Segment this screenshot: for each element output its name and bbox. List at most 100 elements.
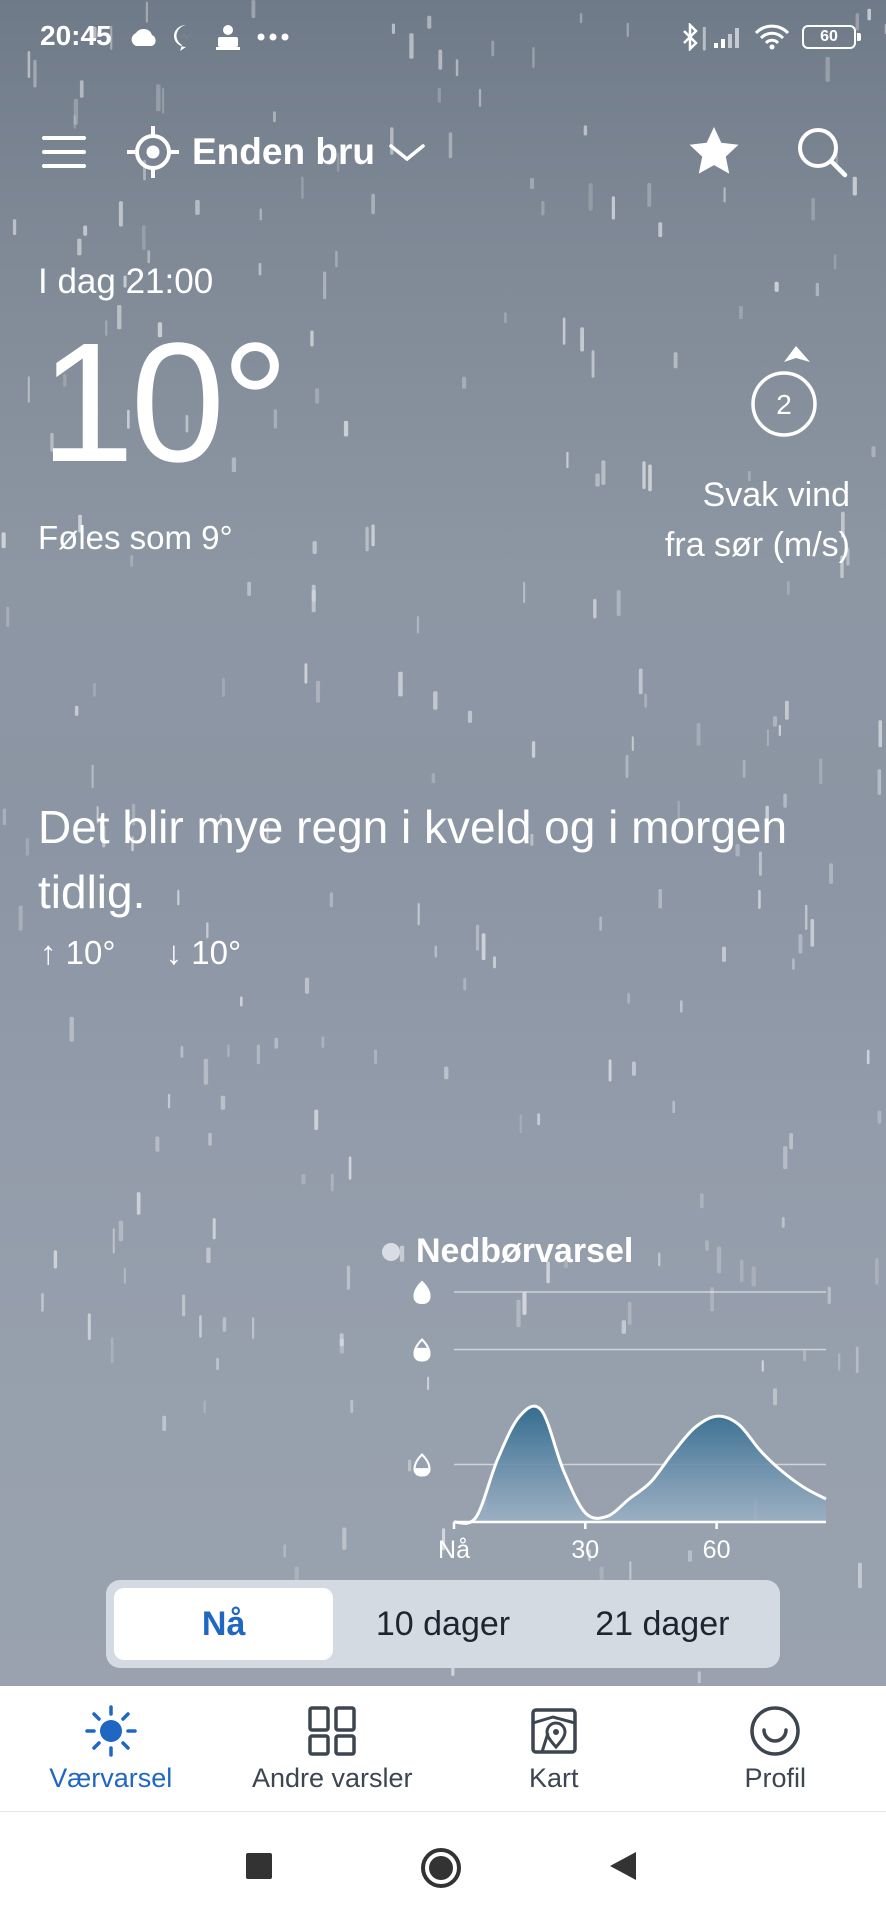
rain-streak bbox=[611, 196, 615, 220]
location-target-icon bbox=[127, 126, 179, 178]
recent-apps-icon[interactable] bbox=[245, 1852, 273, 1880]
rain-streak bbox=[216, 1357, 219, 1371]
rain-streak bbox=[579, 13, 583, 24]
rain-streak bbox=[588, 183, 593, 211]
rain-streak bbox=[222, 1317, 227, 1332]
rain-streak bbox=[672, 1100, 675, 1114]
rain-streak bbox=[371, 193, 375, 215]
rain-streak bbox=[53, 1250, 58, 1269]
rain-streak bbox=[427, 15, 432, 29]
rain-streak bbox=[467, 710, 473, 723]
rain-streak bbox=[252, 1317, 255, 1339]
bottom-navigation: Værvarsel Andre varsler Kart Profil bbox=[0, 1686, 886, 1812]
rain-streak bbox=[87, 1313, 91, 1340]
segment-10-days[interactable]: 10 dager bbox=[333, 1588, 552, 1660]
wind-speed: 2 bbox=[776, 389, 792, 420]
precipitation-chart[interactable]: Nå 30 60 bbox=[400, 1270, 840, 1570]
rain-streak bbox=[696, 723, 701, 746]
home-button-icon[interactable] bbox=[419, 1846, 463, 1890]
rain-streak bbox=[825, 56, 830, 82]
rain-streak bbox=[12, 219, 17, 236]
raindrop-level-icon bbox=[413, 1338, 431, 1362]
precipitation-dot-icon bbox=[382, 1242, 400, 1261]
rain-streak bbox=[256, 1044, 260, 1065]
search-icon[interactable] bbox=[796, 126, 848, 178]
rain-streak bbox=[335, 250, 338, 268]
rain-streak bbox=[433, 691, 438, 710]
rain-streak bbox=[79, 80, 84, 98]
rain-streak bbox=[220, 1095, 226, 1110]
rain-streak bbox=[772, 716, 777, 727]
rain-streak bbox=[792, 958, 795, 970]
location-selector[interactable]: Enden bru bbox=[126, 124, 427, 180]
rain-streak bbox=[532, 47, 535, 68]
rain-streak bbox=[877, 1110, 882, 1124]
nav-map[interactable]: Kart bbox=[443, 1686, 665, 1811]
rain-streak bbox=[323, 271, 327, 300]
nav-map-label: Kart bbox=[528, 1763, 579, 1793]
map-icon bbox=[531, 1708, 577, 1754]
rain-streak bbox=[608, 1059, 612, 1082]
rain-streak bbox=[632, 1061, 636, 1076]
rain-streak bbox=[118, 201, 123, 227]
nav-profile[interactable]: Profil bbox=[665, 1686, 886, 1811]
rain-streak bbox=[240, 996, 243, 1007]
rain-streak bbox=[444, 1066, 449, 1080]
rain-streak bbox=[18, 905, 23, 931]
rain-streak bbox=[69, 1016, 74, 1042]
segment-21-days[interactable]: 21 dager bbox=[553, 1588, 772, 1660]
current-temperature: 10° bbox=[40, 308, 289, 498]
rain-streak bbox=[136, 1192, 141, 1215]
forecast-time-label: I dag 21:00 bbox=[38, 262, 214, 301]
precipitation-header[interactable]: Nedbørvarsel bbox=[382, 1232, 633, 1271]
rain-streak bbox=[212, 1218, 216, 1240]
status-icons-left bbox=[128, 20, 290, 54]
rain-streak bbox=[601, 460, 606, 485]
status-time: 20:45 bbox=[40, 20, 112, 51]
rain-streak bbox=[448, 132, 453, 159]
feels-like-text: Føles som 9° bbox=[38, 519, 233, 556]
cloud-icon bbox=[131, 28, 156, 46]
segment-now[interactable]: Nå bbox=[114, 1588, 334, 1660]
rain-streak bbox=[203, 1400, 206, 1414]
favorite-star-icon[interactable] bbox=[686, 124, 742, 180]
rain-streak bbox=[310, 330, 314, 347]
nav-other-forecasts[interactable]: Andre varsler bbox=[222, 1686, 444, 1811]
rain-streak bbox=[580, 327, 584, 352]
x-tick-label: 30 bbox=[571, 1536, 599, 1564]
precipitation-title: Nedbørvarsel bbox=[416, 1232, 634, 1270]
rain-streak bbox=[829, 863, 833, 884]
rain-streak bbox=[519, 1114, 522, 1134]
nav-weather-label: Værvarsel bbox=[49, 1763, 173, 1793]
rain-streak bbox=[222, 677, 225, 697]
rain-streak bbox=[73, 98, 79, 125]
rain-streak bbox=[591, 350, 595, 378]
rain-streak bbox=[877, 769, 882, 795]
menu-icon[interactable] bbox=[42, 136, 86, 168]
rain-streak bbox=[398, 671, 403, 697]
rain-streak bbox=[700, 1193, 704, 1209]
rain-streak bbox=[638, 668, 643, 695]
rain-streak bbox=[434, 945, 438, 958]
min-max-temperature: ↑ 10° ↓ 10° bbox=[40, 934, 241, 972]
rain-streak bbox=[83, 225, 88, 236]
rain-streak bbox=[787, 580, 790, 596]
rain-streak bbox=[409, 33, 414, 59]
rain-streak bbox=[304, 663, 308, 684]
rain-streak bbox=[374, 1049, 378, 1064]
rain-streak bbox=[658, 222, 663, 238]
rain-streak bbox=[781, 1217, 785, 1228]
rain-streak bbox=[798, 934, 803, 954]
rain-streak bbox=[810, 919, 815, 947]
rain-streak bbox=[783, 1146, 788, 1170]
rain-streak bbox=[371, 524, 375, 547]
nav-other-forecasts-label: Andre varsler bbox=[251, 1763, 413, 1793]
rain-streak bbox=[866, 1049, 870, 1065]
rain-streak bbox=[742, 759, 746, 778]
back-button-icon[interactable] bbox=[608, 1850, 638, 1882]
status-icons-right: 60 bbox=[680, 20, 861, 54]
rain-streak bbox=[680, 1000, 683, 1013]
rain-streak bbox=[462, 376, 467, 389]
rain-streak bbox=[493, 956, 496, 969]
nav-weather[interactable]: Værvarsel bbox=[0, 1686, 222, 1811]
